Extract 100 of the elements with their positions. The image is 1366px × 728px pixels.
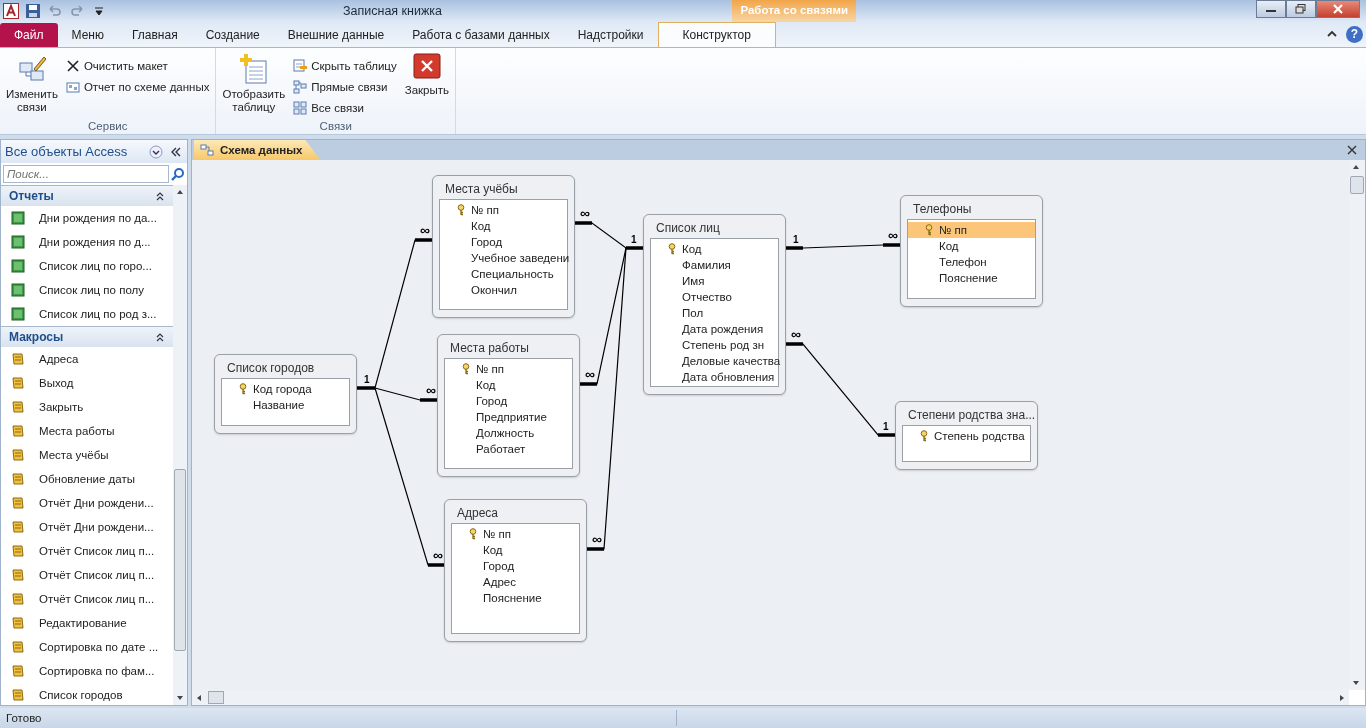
group-header[interactable]: Макросы	[1, 326, 173, 347]
field-item[interactable]: № пп	[440, 202, 567, 218]
ribbon-tab[interactable]: Надстройки	[563, 23, 658, 47]
ribbon-tab[interactable]: Главная	[117, 23, 192, 47]
navigation-item[interactable]: Список городов	[1, 683, 173, 705]
field-item[interactable]: Фамилия	[651, 257, 778, 273]
ribbon-large-button[interactable]: Изменить связи	[4, 51, 60, 116]
field-item[interactable]: № пп	[452, 526, 579, 542]
ribbon-tab[interactable]: Файл	[0, 23, 58, 47]
navigation-item[interactable]: Отчёт Дни рождени...	[1, 491, 173, 515]
help-button[interactable]: ?	[1346, 26, 1363, 43]
table-window[interactable]: Адреса № пп Код Город Адрес Пояснение	[444, 499, 587, 642]
field-item[interactable]: Город	[445, 393, 572, 409]
horizontal-scrollbar[interactable]	[192, 690, 1349, 705]
table-window[interactable]: Места работы № пп Код Город Предприятие Должность Работает	[437, 334, 580, 477]
field-item[interactable]: Пояснение	[452, 590, 579, 606]
field-item[interactable]: Код	[651, 241, 778, 257]
ribbon-small-button[interactable]: Скрыть таблицу	[291, 57, 399, 75]
field-item[interactable]: Код	[445, 377, 572, 393]
field-item[interactable]: Имя	[651, 273, 778, 289]
navigation-item[interactable]: Список лиц по род з...	[1, 302, 173, 326]
navigation-item[interactable]: Отчёт Дни рождени...	[1, 515, 173, 539]
table-window[interactable]: Список лиц Код Фамилия Имя Отчество Пол Дата рождения Степень род зн Деловые качества Дата обновления	[643, 214, 786, 395]
navigation-item[interactable]: Закрыть	[1, 395, 173, 419]
ribbon-tab[interactable]: Конструктор	[657, 22, 776, 47]
app-logo-icon[interactable]	[3, 3, 19, 19]
restore-button[interactable]	[1286, 0, 1316, 18]
ribbon-tab[interactable]: Меню	[57, 23, 118, 47]
ribbon-small-button[interactable]: Все связи	[291, 99, 399, 117]
ribbon-small-button[interactable]: Прямые связи	[291, 78, 399, 96]
field-item[interactable]: Пол	[651, 305, 778, 321]
field-item[interactable]: Окончил	[440, 282, 567, 298]
vertical-scrollbar[interactable]	[1349, 160, 1365, 690]
field-item[interactable]: Степень родства	[903, 428, 1030, 444]
scrollbar-thumb[interactable]	[174, 469, 186, 651]
table-window[interactable]: Список городов Код города Название	[214, 354, 357, 434]
navigation-item[interactable]: Сортировка по дате ...	[1, 635, 173, 659]
ribbon-tab[interactable]: Создание	[191, 23, 274, 47]
table-window[interactable]: Телефоны № пп Код Телефон Пояснение	[900, 195, 1043, 307]
field-item[interactable]: Пояснение	[908, 270, 1035, 286]
navigation-item[interactable]: Список лиц по горо...	[1, 254, 173, 278]
search-field[interactable]: Поиск...	[3, 165, 169, 183]
relationship-line[interactable]	[374, 387, 438, 402]
minimize-button[interactable]	[1256, 0, 1286, 18]
navigation-item[interactable]: Отчёт Список лиц п...	[1, 587, 173, 611]
field-item[interactable]: Название	[222, 397, 349, 413]
ribbon-large-button[interactable]: Отобразить таблицу	[220, 51, 288, 116]
field-item[interactable]: Предприятие	[445, 409, 572, 425]
navigation-item[interactable]: Обновление даты	[1, 467, 173, 491]
search-icon[interactable]	[171, 167, 185, 181]
ribbon-tab[interactable]: Работа с базами данных	[398, 23, 564, 47]
relationship-line[interactable]	[574, 221, 644, 250]
dropdown-icon[interactable]	[149, 144, 163, 159]
close-button[interactable]	[1316, 0, 1360, 18]
field-item[interactable]: Адрес	[452, 574, 579, 590]
relationship-line[interactable]	[586, 247, 627, 551]
field-item[interactable]: Специальность	[440, 266, 567, 282]
scrollbar-thumb[interactable]	[208, 691, 224, 704]
field-item[interactable]: Работает	[445, 441, 572, 457]
navigation-item[interactable]: Дни рождения по да...	[1, 206, 173, 230]
field-item[interactable]: Должность	[445, 425, 572, 441]
navigation-item[interactable]: Отчёт Список лиц п...	[1, 563, 173, 587]
save-icon[interactable]	[25, 3, 41, 19]
relationship-line[interactable]	[374, 387, 445, 567]
navigation-item[interactable]: Список лиц по полу	[1, 278, 173, 302]
field-item[interactable]: Код города	[222, 381, 349, 397]
ribbon-small-button[interactable]: Отчет по схеме данных	[63, 78, 212, 96]
field-item[interactable]: Телефон	[908, 254, 1035, 270]
navigation-item[interactable]: Отчёт Список лиц п...	[1, 539, 173, 563]
relationship-line[interactable]	[785, 342, 896, 437]
field-item[interactable]: Дата обновления	[651, 369, 778, 385]
ribbon-large-button[interactable]: Закрыть	[402, 51, 451, 99]
field-item[interactable]: Код	[440, 218, 567, 234]
group-header[interactable]: Отчеты	[1, 185, 173, 206]
vertical-scrollbar[interactable]	[173, 185, 187, 705]
table-window[interactable]: Степени родства зна... Степень родства	[895, 401, 1038, 470]
scrollbar-thumb[interactable]	[1350, 176, 1364, 194]
field-item[interactable]: № пп	[445, 361, 572, 377]
ribbon-tab[interactable]: Внешние данные	[273, 23, 399, 47]
field-item[interactable]: Город	[440, 234, 567, 250]
document-tab[interactable]: Схема данных	[194, 140, 321, 160]
relationship-line[interactable]	[356, 238, 433, 390]
table-window[interactable]: Места учёбы № пп Код Город Учебное заведени Специальность Окончил	[432, 175, 575, 318]
relationship-line[interactable]	[785, 243, 901, 250]
field-item[interactable]: Код	[908, 238, 1035, 254]
navigation-item[interactable]: Выход	[1, 371, 173, 395]
navigation-item[interactable]: Редактирование	[1, 611, 173, 635]
field-item[interactable]: Город	[452, 558, 579, 574]
navigation-item[interactable]: Сортировка по фам...	[1, 659, 173, 683]
field-item[interactable]: № пп	[908, 222, 1035, 238]
navigation-item[interactable]: Дни рождения по д...	[1, 230, 173, 254]
field-item[interactable]: Степень род зн	[651, 337, 778, 353]
ribbon-small-button[interactable]: Очистить макет	[63, 57, 212, 75]
field-item[interactable]: Деловые качества	[651, 353, 778, 369]
field-item[interactable]: Учебное заведени	[440, 250, 567, 266]
navigation-item[interactable]: Места работы	[1, 419, 173, 443]
field-item[interactable]: Код	[452, 542, 579, 558]
field-item[interactable]: Отчество	[651, 289, 778, 305]
field-item[interactable]: Дата рождения	[651, 321, 778, 337]
close-icon[interactable]	[1347, 145, 1357, 155]
